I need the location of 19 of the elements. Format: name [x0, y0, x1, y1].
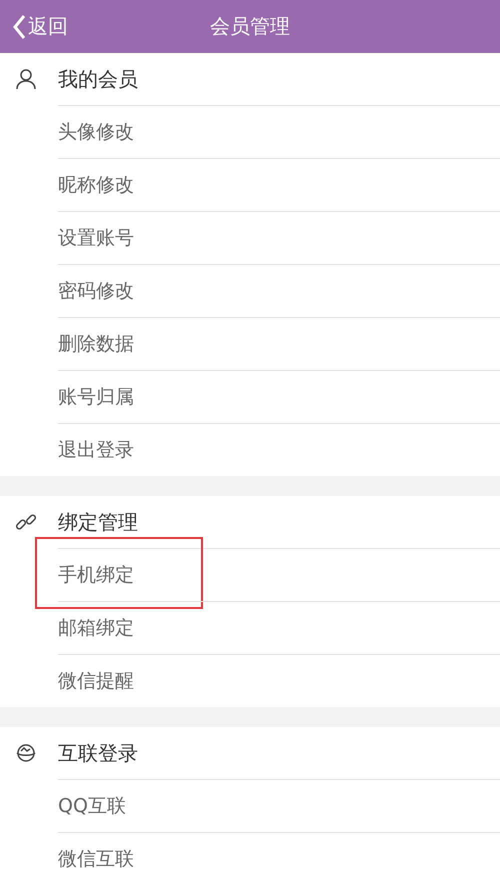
person-icon: [14, 67, 38, 91]
section-title: 绑定管理: [58, 508, 138, 536]
back-button[interactable]: 返回: [8, 8, 72, 45]
menu-item[interactable]: 删除数据: [58, 331, 134, 357]
chevron-left-icon: [12, 14, 26, 40]
menu-item[interactable]: 设置账号: [58, 225, 134, 251]
menu-item[interactable]: 退出登录: [58, 437, 134, 463]
menu-item[interactable]: 账号归属: [58, 384, 134, 410]
menu-item[interactable]: 微信提醒: [58, 668, 134, 694]
menu-item[interactable]: QQ互联: [58, 793, 126, 819]
menu-item[interactable]: 微信互联: [58, 846, 134, 872]
section-title: 我的会员: [58, 66, 138, 92]
section-title: 互联登录: [58, 740, 138, 766]
menu-item[interactable]: 邮箱绑定: [58, 615, 134, 641]
page-title: 会员管理: [210, 13, 290, 40]
menu-item[interactable]: 昵称修改: [58, 172, 134, 198]
menu-item[interactable]: 头像修改: [58, 119, 134, 145]
menu-item[interactable]: 密码修改: [58, 278, 134, 304]
menu-item[interactable]: 手机绑定: [58, 562, 134, 588]
